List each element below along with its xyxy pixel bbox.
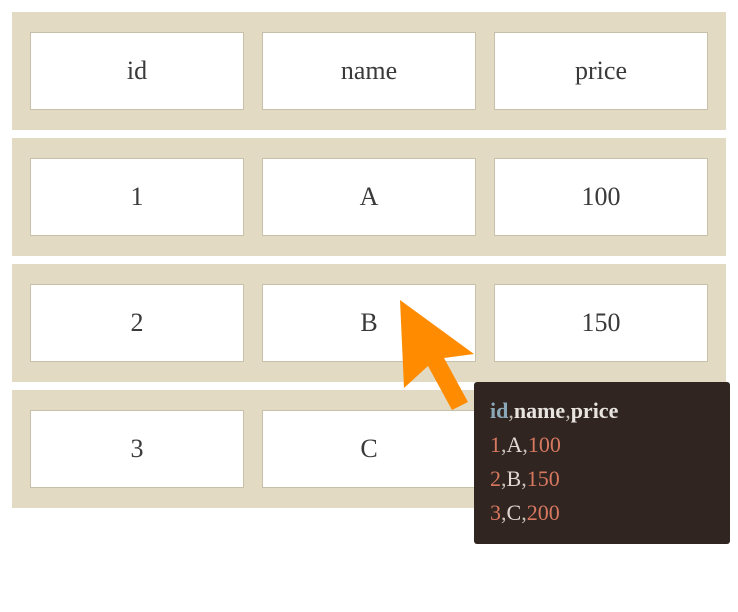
header-cell-id: id (30, 32, 244, 110)
csv-id: 2 (490, 466, 501, 491)
cell-price: 100 (494, 158, 708, 236)
csv-name: C (507, 500, 522, 525)
tooltip-header-line: id,name,price (490, 394, 714, 428)
csv-price: 100 (528, 432, 561, 457)
csv-price: 200 (527, 500, 560, 525)
table-row: 1 A 100 (12, 138, 726, 256)
csv-name: B (507, 466, 522, 491)
csv-price: 150 (527, 466, 560, 491)
table-header-row: id name price (12, 12, 726, 130)
csv-header-name: name (514, 398, 565, 423)
cell-id: 1 (30, 158, 244, 236)
cell-id: 3 (30, 410, 244, 488)
cell-name: B (262, 284, 476, 362)
table-row: 2 B 150 (12, 264, 726, 382)
cell-id: 2 (30, 284, 244, 362)
csv-header-id: id (490, 398, 508, 423)
csv-id: 1 (490, 432, 501, 457)
csv-header-price: price (571, 398, 619, 423)
tooltip-data-line: 3,C,200 (490, 496, 714, 530)
tooltip-data-line: 2,B,150 (490, 462, 714, 496)
csv-id: 3 (490, 500, 501, 525)
header-cell-name: name (262, 32, 476, 110)
cell-price: 150 (494, 284, 708, 362)
cell-name: A (262, 158, 476, 236)
csv-tooltip: id,name,price 1,A,100 2,B,150 3,C,200 (474, 382, 730, 544)
header-cell-price: price (494, 32, 708, 110)
tooltip-data-line: 1,A,100 (490, 428, 714, 462)
csv-name: A (507, 432, 523, 457)
cell-name: C (262, 410, 476, 488)
